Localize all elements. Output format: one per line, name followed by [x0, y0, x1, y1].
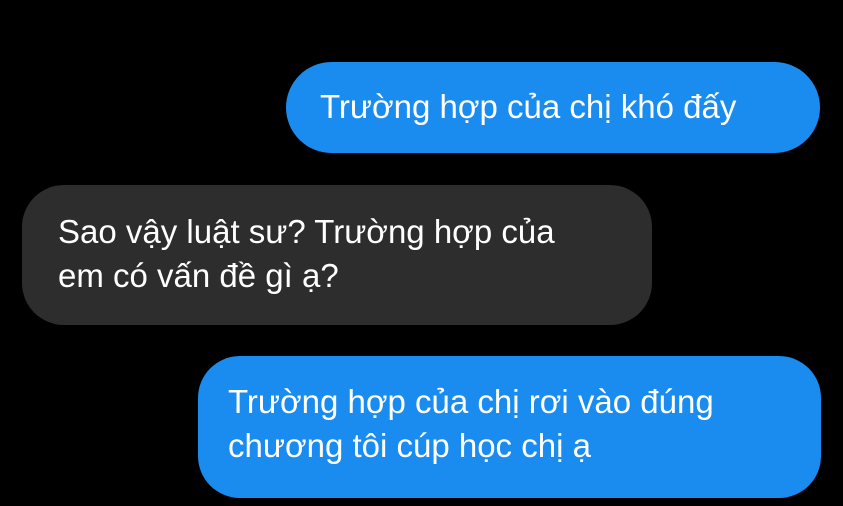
outgoing-message-bubble[interactable]: Trường hợp của chị rơi vào đúng chương t… [198, 356, 821, 498]
outgoing-message-bubble[interactable]: Trường hợp của chị khó đấy [286, 62, 820, 153]
chat-thread: Trường hợp của chị khó đấy Sao vậy luật … [0, 0, 843, 506]
incoming-message-bubble[interactable]: Sao vậy luật sư? Trường hợp của em có vấ… [22, 185, 652, 325]
